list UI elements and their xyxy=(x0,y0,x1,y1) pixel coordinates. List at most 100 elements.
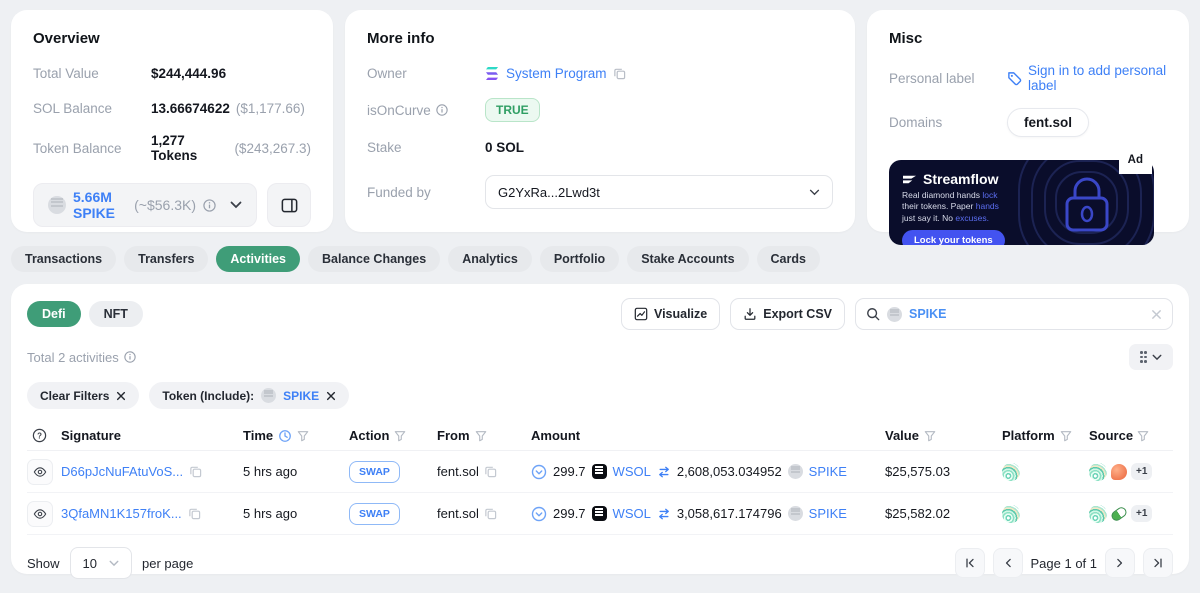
owner-label: Owner xyxy=(367,66,485,81)
tab-portfolio[interactable]: Portfolio xyxy=(540,246,619,272)
table-header: ? Signature Time Action From Amount Valu… xyxy=(27,421,1173,451)
tab-balance-changes[interactable]: Balance Changes xyxy=(308,246,440,272)
chart-icon xyxy=(634,307,648,321)
ad-cta-button[interactable]: Lock your tokens xyxy=(902,230,1005,245)
token-in-link[interactable]: WSOL xyxy=(613,464,651,479)
amount-out: 3,058,617.174796 xyxy=(677,506,782,521)
pagination: Page 1 of 1 xyxy=(955,548,1174,578)
filter-icon[interactable] xyxy=(924,430,936,442)
page-size-select[interactable]: 10 xyxy=(70,547,132,579)
close-icon[interactable] xyxy=(326,391,336,401)
preview-eye-button[interactable] xyxy=(27,501,53,527)
action-badge[interactable]: SWAP xyxy=(349,461,400,483)
copy-icon[interactable] xyxy=(189,465,202,478)
amount-in: 299.7 xyxy=(553,464,586,479)
owner-link[interactable]: System Program xyxy=(506,66,607,81)
signature-link[interactable]: 3QfaMN1K157froK... xyxy=(61,506,182,521)
token-filter-chip[interactable]: Token (Include): SPIKE xyxy=(149,382,349,409)
col-amount: Amount xyxy=(531,428,885,443)
token-balance-row: Token Balance 1,277 Tokens ($243,267.3) xyxy=(33,133,311,163)
source-icon-pill[interactable] xyxy=(1110,505,1129,522)
last-page-button[interactable] xyxy=(1143,548,1173,578)
search-input[interactable]: SPIKE xyxy=(855,298,1173,330)
close-icon[interactable] xyxy=(116,391,126,401)
portfolio-view-button[interactable] xyxy=(267,183,311,227)
isoncurve-label: isOnCurve xyxy=(367,103,431,118)
filter-icon[interactable] xyxy=(394,430,406,442)
total-activities: Total 2 activities xyxy=(27,350,119,365)
preview-eye-button[interactable] xyxy=(27,459,53,485)
token-out-link[interactable]: SPIKE xyxy=(809,464,847,479)
signature-link[interactable]: D66pJcNuFAtuVoS... xyxy=(61,464,183,479)
sol-balance-label: SOL Balance xyxy=(33,101,151,116)
filter-icon[interactable] xyxy=(1137,430,1149,442)
platform-icon[interactable] xyxy=(1002,505,1020,523)
col-action: Action xyxy=(349,428,389,443)
chevron-down-icon xyxy=(230,201,242,209)
token-in-link[interactable]: WSOL xyxy=(613,506,651,521)
token-out-link[interactable]: SPIKE xyxy=(809,506,847,521)
from-address[interactable]: fent.sol xyxy=(437,506,479,521)
clear-filters-chip[interactable]: Clear Filters xyxy=(27,382,139,409)
tab-cards[interactable]: Cards xyxy=(757,246,820,272)
copy-icon[interactable] xyxy=(188,507,201,520)
export-csv-button[interactable]: Export CSV xyxy=(730,298,845,330)
token-holdings-amount: 5.66M SPIKE xyxy=(73,189,127,221)
tab-analytics[interactable]: Analytics xyxy=(448,246,532,272)
filter-icon[interactable] xyxy=(475,430,487,442)
spike-token-icon xyxy=(788,464,803,479)
first-page-button[interactable] xyxy=(955,548,985,578)
sign-in-link[interactable]: Sign in to add personal label xyxy=(1028,63,1167,93)
time-cell: 5 hrs ago xyxy=(243,464,349,479)
filter-icon[interactable] xyxy=(297,430,309,442)
expand-circle-icon[interactable] xyxy=(531,464,547,480)
funded-by-dropdown[interactable]: G2YxRa...2Lwd3t xyxy=(485,175,833,209)
info-icon xyxy=(124,351,136,363)
summary-cards: Overview Total Value $244,444.96 SOL Bal… xyxy=(0,0,1200,232)
from-address[interactable]: fent.sol xyxy=(437,464,479,479)
domain-pill[interactable]: fent.sol xyxy=(1007,108,1089,137)
defi-toggle[interactable]: Defi xyxy=(27,301,81,327)
source-icon-orange[interactable] xyxy=(1111,464,1127,480)
misc-title: Misc xyxy=(889,30,1167,47)
filter-icon[interactable] xyxy=(1060,430,1072,442)
copy-icon[interactable] xyxy=(484,507,497,520)
token-holdings-dropdown[interactable]: 5.66M SPIKE (~$56.3K) xyxy=(33,183,257,227)
clear-search-icon[interactable] xyxy=(1151,309,1162,320)
domains-row: Domains fent.sol xyxy=(889,108,1167,137)
ad-badge: Ad xyxy=(1119,152,1152,174)
copy-icon[interactable] xyxy=(613,67,626,80)
visualize-button[interactable]: Visualize xyxy=(621,298,720,330)
more-sources-badge[interactable]: +1 xyxy=(1131,463,1152,480)
tab-transfers[interactable]: Transfers xyxy=(124,246,208,272)
spike-token-icon xyxy=(788,506,803,521)
col-from: From xyxy=(437,428,470,443)
svg-text:?: ? xyxy=(37,431,42,440)
source-icon[interactable] xyxy=(1089,463,1107,481)
tab-stake-accounts[interactable]: Stake Accounts xyxy=(627,246,748,272)
total-value: $244,444.96 xyxy=(151,66,226,81)
action-badge[interactable]: SWAP xyxy=(349,503,400,525)
expand-circle-icon[interactable] xyxy=(531,506,547,522)
total-value-row: Total Value $244,444.96 xyxy=(33,63,311,83)
amount-in: 299.7 xyxy=(553,506,586,521)
nft-toggle[interactable]: NFT xyxy=(89,301,143,327)
tab-transactions[interactable]: Transactions xyxy=(11,246,116,272)
copy-icon[interactable] xyxy=(484,465,497,478)
platform-icon[interactable] xyxy=(1002,463,1020,481)
clock-icon[interactable] xyxy=(278,429,292,443)
more-sources-badge[interactable]: +1 xyxy=(1131,505,1152,522)
value-cell: $25,575.03 xyxy=(885,464,1002,479)
ad-brand-name: Streamflow xyxy=(923,171,998,187)
col-source: Source xyxy=(1089,428,1133,443)
page-info: Page 1 of 1 xyxy=(1031,556,1098,571)
columns-config-button[interactable] xyxy=(1129,344,1173,370)
streamflow-ad[interactable]: Streamflow Real diamond hands lock their… xyxy=(889,160,1154,245)
tab-activities[interactable]: Activities xyxy=(216,246,300,272)
amount-out: 2,608,053.034952 xyxy=(677,464,782,479)
show-label: Show xyxy=(27,556,60,571)
next-page-button[interactable] xyxy=(1105,548,1135,578)
info-icon xyxy=(203,199,216,212)
source-icon[interactable] xyxy=(1089,505,1107,523)
prev-page-button[interactable] xyxy=(993,548,1023,578)
